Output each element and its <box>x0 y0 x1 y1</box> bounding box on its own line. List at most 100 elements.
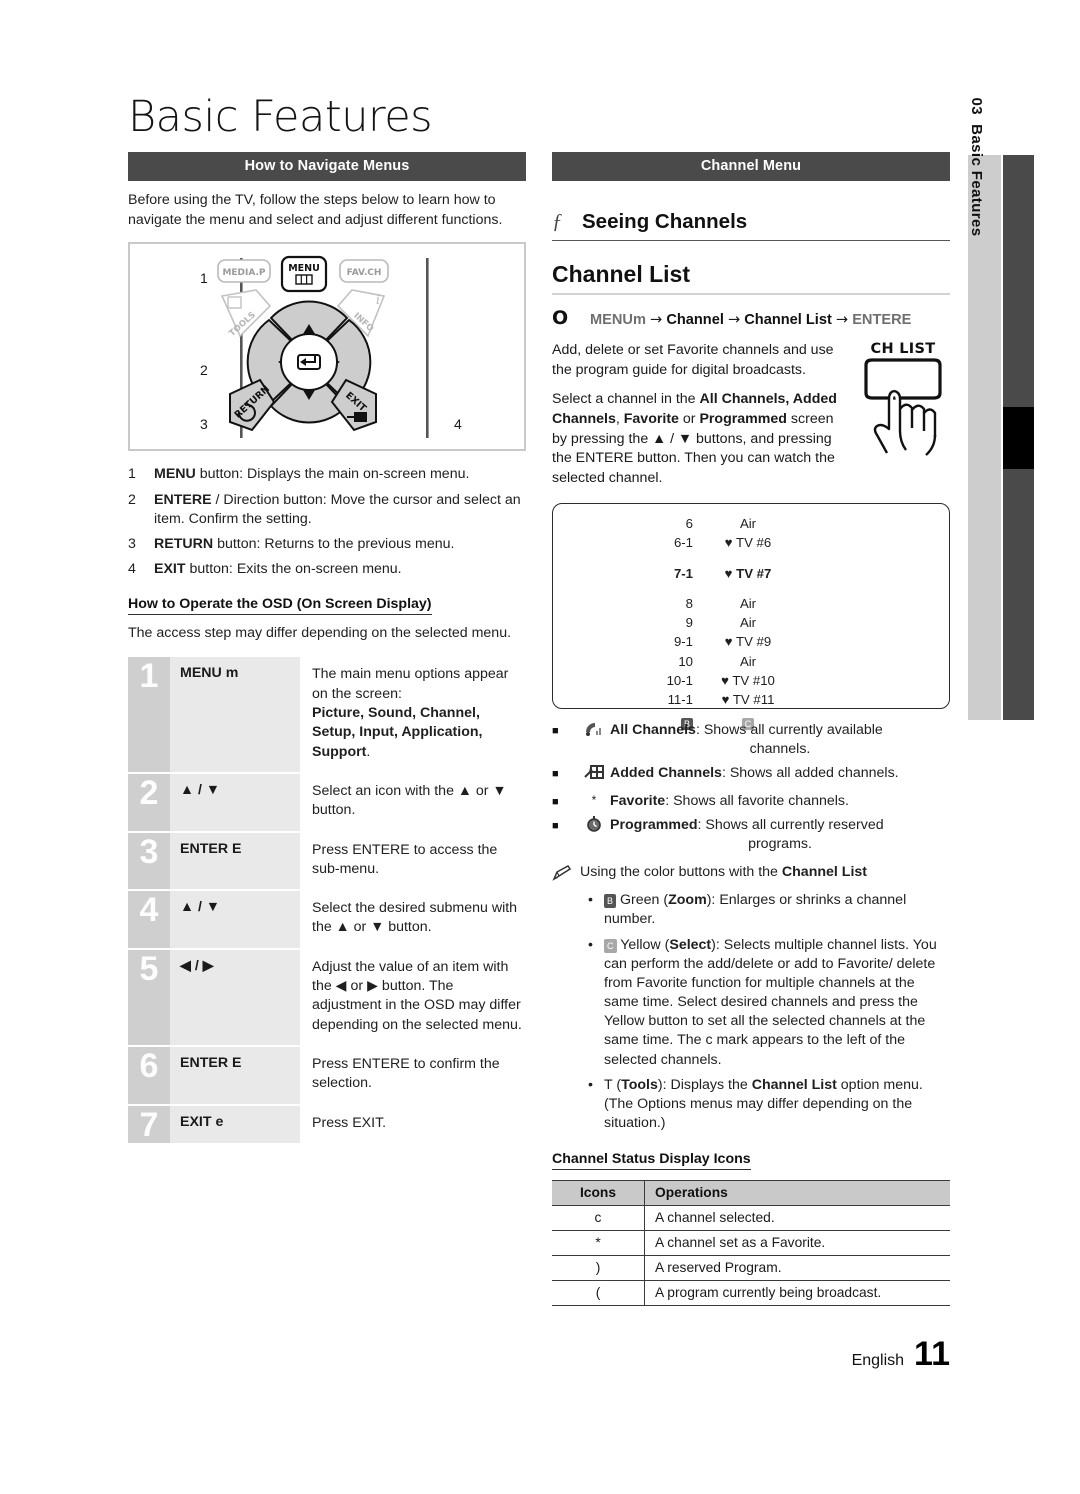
legend-number: 3 <box>128 536 136 553</box>
note-heading: Using the color buttons with the Channel… <box>552 864 950 885</box>
square-bullet-icon: ■ <box>552 768 559 781</box>
media-p-button-icon: MEDIA.P <box>217 259 271 283</box>
osd-step-description: Adjust the value of an item with the ◀ o… <box>300 948 526 1047</box>
function-glyph-icon: ƒ <box>552 209 563 233</box>
paren-close: ): <box>706 892 720 909</box>
list-mode-desc: : Shows all favorite channels. <box>665 792 849 809</box>
legend-strong: MENU <box>154 466 196 483</box>
list-mode-item: ■ Added Channels: Shows all added channe… <box>552 764 950 786</box>
side-tab-text: 03 Basic Features <box>968 98 985 237</box>
antenna-icon <box>578 721 610 759</box>
status-table-row: c A channel selected. <box>552 1205 950 1232</box>
list-mode-name: Favorite <box>610 792 666 809</box>
channel-name: Air <box>739 615 757 631</box>
list-mode-desc: : Shows all currently available <box>695 722 883 739</box>
osd-step-number: 1 <box>128 657 170 773</box>
list-mode-name: Programmed <box>610 816 698 833</box>
channel-number: 11-1 <box>667 692 693 708</box>
intro-paragraph-2: Select a channel in the All Channels, Ad… <box>552 390 848 489</box>
favorite-heart-icon: ♥ <box>721 692 730 708</box>
color-button-list: • B Green (Zoom): Enlarges or shrinks a … <box>552 891 950 1133</box>
menu-button-icon: MENU <box>280 256 328 293</box>
channel-row: 10 Air <box>553 652 949 671</box>
osd-step-row: 5 ◀ / ▶ Adjust the value of an item with… <box>128 948 526 1047</box>
hand-pressing-ch-list-icon <box>864 358 942 456</box>
menu-path-first: MENUm <box>590 312 646 328</box>
remote-rail-right <box>426 258 429 439</box>
list-mode-desc2: channels. <box>749 741 811 758</box>
fav-ch-button-icon: FAV.CH <box>339 259 389 283</box>
osd-step-description: Press ENTERE to access the sub-menu. <box>300 831 526 891</box>
legend-text: button: Exits the on-screen menu. <box>185 561 402 578</box>
color-buttons-note: Using the color buttons with the Channel… <box>552 864 950 1133</box>
channel-name: Air <box>739 595 757 611</box>
legend-text: button: Returns to the previous menu. <box>213 536 455 553</box>
right-column: Channel Menu ƒ Seeing Channels Channel L… <box>552 152 950 1307</box>
page-footer: English 11 <box>852 1335 950 1374</box>
list-mode-name: All Channels <box>610 722 696 739</box>
channel-row: 6 Air <box>553 514 949 533</box>
menu-path-step-2: Channel List <box>744 312 832 328</box>
channel-name: Air <box>739 653 757 669</box>
left-column: How to Navigate Menus Before using the T… <box>128 152 526 1145</box>
osd-step-row: 2 ▲ / ▼ Select an icon with the ▲ or ▼ b… <box>128 772 526 832</box>
side-bar-segment-current <box>1003 407 1034 469</box>
legend-item-1: 1 MENU button: Displays the main on-scre… <box>128 465 526 484</box>
osd-step-row: 1 MENU m The main menu options appear on… <box>128 657 526 773</box>
menu-path-arrow: → <box>835 311 849 328</box>
side-tab-number: 03 <box>967 97 985 116</box>
channel-list-screen: 6 Air 6-1 ♥ TV #6 7-1 ♥ TV #7 8 Air 9 Air 9-1… <box>552 503 950 730</box>
remote-button-legend-list: 1 MENU button: Displays the main on-scre… <box>128 465 526 580</box>
svg-text:MEDIA.P: MEDIA.P <box>222 268 265 278</box>
legend-text: button: Displays the main on-screen menu… <box>195 466 470 483</box>
intro-p2-d: Favorite <box>623 410 679 427</box>
status-icon: c <box>552 1205 645 1232</box>
osd-heading: How to Operate the OSD (On Screen Displa… <box>128 596 432 615</box>
channel-number: 6-1 <box>673 535 693 551</box>
channel-row: 11-1 ♥ TV #11 <box>553 690 949 709</box>
osd-step-description: Select the desired submenu with the ▲ or… <box>300 890 526 949</box>
legend-number: 1 <box>128 466 136 483</box>
side-bar-segment-lower <box>1003 469 1034 720</box>
side-tab-label: Basic Features <box>967 124 985 237</box>
list-mode-item: ■ All Channels: Shows all currently avai… <box>552 721 950 759</box>
status-table-heading: Channel Status Display Icons <box>552 1151 751 1171</box>
legend-number: 2 <box>128 491 136 508</box>
osd-step-button: ▲ / ▼ <box>170 772 300 832</box>
favorite-heart-icon: ♥ <box>721 672 729 688</box>
osd-step-row: 7 EXIT e Press EXIT. <box>128 1104 526 1145</box>
channel-status-icons-table: Icons Operations c A channel selected. *… <box>552 1180 950 1307</box>
channel-row-selected: 7-1 ♥ TV #7 <box>553 564 949 583</box>
list-mode-desc: : Shows all added channels. <box>721 765 899 782</box>
osd-desc-bold: Picture, Sound, Channel, Setup, Input, A… <box>312 704 483 760</box>
color-bold-label: Select <box>669 936 712 953</box>
channel-row: 8 Air <box>553 594 949 613</box>
channel-name-text: TV #6 <box>736 535 772 551</box>
asterisk-icon: * <box>591 792 597 807</box>
tools-paren-open: ( <box>612 1076 622 1093</box>
section-bar-channel-menu: Channel Menu <box>552 152 950 181</box>
menu-path-arrow: → <box>650 311 663 328</box>
osd-steps-table: 1 MENU m The main menu options appear on… <box>128 657 526 1145</box>
channel-name: Air <box>739 516 757 532</box>
legend-item-2: 2 ENTERE / Direction button: Move the cu… <box>128 491 526 530</box>
paren-close: ): <box>711 936 724 953</box>
legend-item-4: 4 EXIT button: Exits the on-screen menu. <box>128 560 526 579</box>
callout-4: 4 <box>454 416 462 433</box>
legend-number: 4 <box>128 561 136 578</box>
channel-row: 6-1 ♥ TV #6 <box>553 533 949 552</box>
osd-step-button: ENTER E <box>170 831 300 891</box>
osd-step-row: 4 ▲ / ▼ Select the desired submenu with … <box>128 890 526 949</box>
key-c-icon: C <box>604 938 617 953</box>
bullet-circle-icon: O <box>552 307 569 329</box>
channel-list-intro: Add, delete or set Favorite channels and… <box>552 341 950 489</box>
dot-bullet-icon: • <box>588 1076 593 1093</box>
square-bullet-icon: ■ <box>552 725 559 738</box>
status-operation: A program currently being broadcast. <box>644 1280 950 1307</box>
osd-step-button: ▲ / ▼ <box>170 890 300 949</box>
footer-language: English <box>851 1352 905 1369</box>
seeing-channels-heading: ƒ Seeing Channels <box>552 209 950 241</box>
key-b-icon: B <box>604 894 617 909</box>
favorite-heart-icon: ♥ <box>724 565 733 581</box>
channel-name-text: TV #10 <box>732 672 775 688</box>
